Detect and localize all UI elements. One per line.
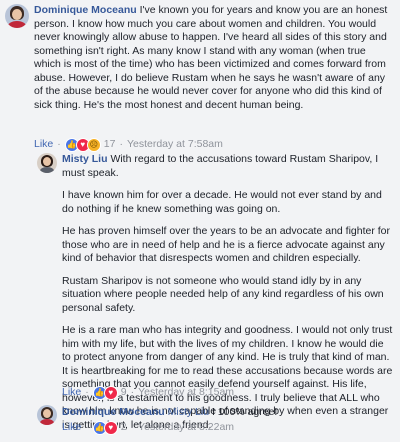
avatar[interactable]	[5, 4, 29, 28]
comment-text: I've known you for years and know you ar…	[34, 4, 388, 111]
comment-author[interactable]: Dominique Moceanu	[62, 406, 165, 418]
love-reaction-icon: ♥	[103, 386, 118, 400]
comment-timestamp[interactable]: Yesterday at 8:22am	[138, 421, 234, 435]
avatar[interactable]	[37, 153, 57, 173]
reaction-count[interactable]: 2	[121, 421, 127, 435]
like-button[interactable]: Like	[62, 421, 81, 435]
comment-paragraph: Rustam Sharipov is not someone who would…	[62, 274, 384, 314]
comment-author[interactable]: Dominique Moceanu	[34, 4, 137, 16]
comment-actions: Like · 👍 ♥ 9 · Yesterday at 8:15am	[62, 386, 235, 400]
comment-author[interactable]: Misty Liu	[62, 153, 108, 165]
reactions-summary[interactable]: 👍 ♥	[92, 421, 118, 435]
love-reaction-icon: ♥	[103, 421, 118, 435]
mention-link[interactable]: Misty Liu	[168, 406, 209, 418]
comment-text: I 100% agree!	[211, 406, 278, 418]
like-button[interactable]: Like	[62, 386, 81, 400]
reactions-summary[interactable]: 👍 ♥	[92, 386, 118, 400]
comment-paragraph: I have known him for over a decade. He w…	[62, 189, 382, 215]
reaction-count[interactable]: 9	[121, 386, 127, 400]
comment-timestamp[interactable]: Yesterday at 7:58am	[127, 138, 223, 152]
comment-actions: Like · 👍 ♥ ☹ 17 · Yesterday at 7:58am	[34, 138, 223, 152]
avatar[interactable]	[37, 405, 57, 425]
comment-body: Dominique Moceanu I've known you for yea…	[34, 4, 394, 112]
comment-actions: Like · 👍 ♥ 2 · Yesterday at 8:22am	[62, 421, 235, 435]
comment-paragraph: He has proven himself over the years to …	[62, 225, 391, 264]
comment-timestamp[interactable]: Yesterday at 8:15am	[138, 386, 234, 400]
sad-reaction-icon: ☹	[86, 138, 101, 152]
reaction-count[interactable]: 17	[104, 138, 116, 152]
reactions-summary[interactable]: 👍 ♥ ☹	[64, 138, 101, 152]
comment-text: With regard to the accusations toward Ru…	[62, 153, 379, 179]
reply-body: Dominique Moceanu Misty Liu I 100% agree…	[62, 406, 394, 420]
like-button[interactable]: Like	[34, 138, 53, 152]
